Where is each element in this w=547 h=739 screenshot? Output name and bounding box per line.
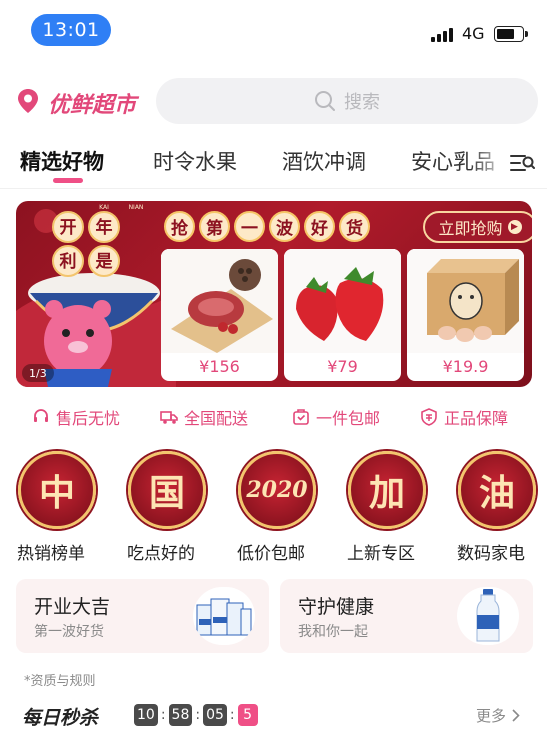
tab-drinks[interactable]: 酒饮冲调 [282,146,366,176]
header: 优鲜超市 搜索 [0,78,547,124]
countdown-tenths: 5 [237,704,258,726]
banner-product-beef[interactable]: ¥156 [161,249,278,381]
qualification-rules-link[interactable]: *资质与规则 [24,670,96,689]
play-arrow-icon: ▶ [507,220,522,234]
search-placeholder: 搜索 [344,92,380,113]
promo-card-grand-opening[interactable]: 开业大吉 第一波好货 [16,579,269,653]
countdown-minutes: 58 [168,704,193,726]
status-time: 13:01 [31,14,111,46]
buy-now-label: 立即抢购 [438,219,503,238]
product-price: ¥156 [199,357,240,376]
store-name[interactable]: 优鲜超市 [48,87,136,119]
chevron-right-icon [512,709,520,722]
banner-headline: 抢 第 一 波 好 货 [164,211,370,242]
promo-subtitle: 第一波好货 [34,624,104,640]
jia-badge-icon: 加 [348,451,426,529]
signal-icon [431,26,453,42]
banner-product-strawberry[interactable]: ¥79 [284,249,401,381]
water-bottle-image [457,587,519,645]
guarantee-delivery[interactable]: 全国配送 [160,405,248,429]
tab-featured[interactable]: 精选好物 [20,146,104,176]
countdown-timer: 10 : 58 : 05 : 5 [134,704,258,726]
category-label: 热销榜单 [17,544,85,564]
promo-card-health[interactable]: 守护健康 我和你一起 [280,579,533,653]
banner-pager: 1/3 [22,364,54,382]
buy-now-button[interactable]: 立即抢购 ▶ [423,211,532,243]
guarantee-free-shipping[interactable]: 一件包邮 [292,405,380,429]
category-tabs: 精选好物 时令水果 酒饮冲调 安心乳品 [0,138,547,188]
svg-text:是: 是 [96,252,113,272]
search-input[interactable]: 搜索 [156,78,538,124]
countdown-seconds: 05 [203,704,227,726]
category-label: 数码家电 [457,544,525,564]
active-tab-indicator [53,178,83,183]
year-2020-badge-icon: 2020 [238,451,316,529]
banner-product-eggs[interactable]: ¥19.9 [407,249,524,381]
service-guarantees: 售后无忧 全国配送 一件包邮 正品保障 [0,400,547,432]
guo-badge-icon: 国 [128,451,206,529]
location-pin-icon[interactable] [16,88,40,114]
truck-icon [160,411,178,424]
promo-title: 开业大吉 [34,596,111,618]
zhong-badge-icon: 中 [18,451,96,529]
promo-subtitle: 我和你一起 [298,624,368,640]
battery-level [497,29,514,39]
package-icon [293,409,309,425]
promo-title: 守护健康 [298,596,375,618]
countdown-hours: 10 [134,704,158,726]
you-badge-icon: 油 [458,451,536,529]
svg-text:NIAN: NIAN [129,204,144,211]
network-type: 4G [462,24,485,43]
category-menu-icon[interactable] [509,150,535,176]
battery-icon [494,26,528,42]
shield-icon [421,408,437,426]
category-label: 吃点好的 [127,544,195,564]
flash-sale-header: 每日秒杀 10 : 58 : 05 : 5 更多 [0,700,547,734]
strawberry-image [284,249,401,353]
product-price: ¥79 [327,357,358,376]
guarantee-authentic[interactable]: 正品保障 [420,405,508,429]
guarantee-after-sales[interactable]: 售后无忧 [32,405,120,429]
flash-sale-more-link[interactable]: 更多 [476,705,520,726]
headset-icon [34,409,48,422]
svg-text:利: 利 [60,251,77,272]
category-label: 上新专区 [347,544,415,564]
promo-banner[interactable]: 开 年 利 是 KAI NIAN 抢 第 一 波 好 货 立即抢购 ▶ ¥156… [16,201,532,387]
product-price: ¥19.9 [442,357,489,376]
beef-image [161,249,278,353]
banner-illustration: 开 年 利 是 KAI NIAN [16,204,176,387]
banner-art-characters: 开 年 利 是 KAI NIAN [52,204,144,277]
svg-text:开: 开 [60,218,77,238]
milk-cartons-image [193,587,255,645]
search-icon [315,91,335,111]
flash-sale-title: 每日秒杀 [22,707,99,729]
svg-text:年: 年 [96,217,113,238]
tab-seasonal-fruit[interactable]: 时令水果 [153,146,237,176]
egg-box-image [407,249,524,353]
category-grid: 中 热销榜单 国 吃点好的 2020 低价包邮 加 上新专区 油 数码家电 [0,451,547,566]
svg-text:KAI: KAI [99,204,109,211]
status-bar: 13:01 4G [0,0,547,62]
category-label: 低价包邮 [237,544,305,564]
